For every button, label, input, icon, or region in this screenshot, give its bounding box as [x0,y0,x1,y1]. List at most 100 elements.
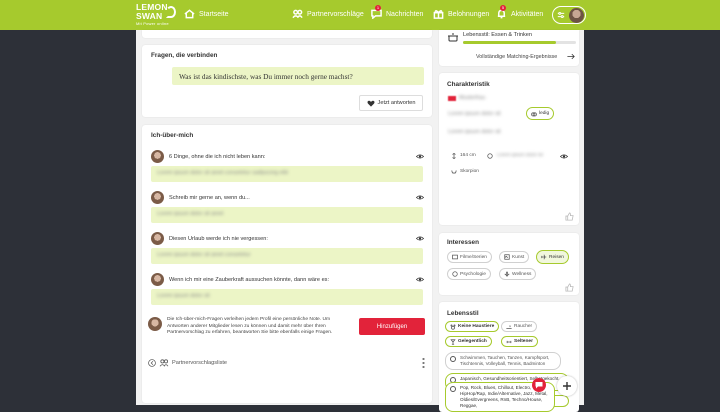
interest-wellness: Wellness [499,268,537,280]
eye-icon[interactable] [560,154,568,159]
rings-icon [531,111,537,116]
interests-title: Interessen [447,239,479,246]
nav-partnervorschlaege-label: Partnervorschläge [307,10,364,18]
add-answer-button[interactable]: Hinzufügen [359,318,425,335]
characteristics-card: Charakteristik Musterfrau Lorem ipsum do… [439,73,579,225]
thumbs-up-icon[interactable] [565,283,574,292]
gift-icon [433,10,444,19]
head-icon [452,271,458,277]
lifestyle-pill-sport: Seltener [501,336,538,347]
about-me-title: Ich-über-mich [151,132,194,139]
settings-sliders-icon [557,11,565,19]
about-answer-field-1: Lorem ipsum dolor sit amet consetetur sa… [151,166,423,182]
interest-label: Reisen [549,254,564,260]
eye-icon[interactable] [416,236,424,241]
logo-tagline: Mit Power online [136,21,169,26]
nav-belohnungen-label: Belohnungen [448,10,490,18]
interest-label: Kunst [512,254,525,260]
height-row-blurred: Lorem ipsum dolor sit [497,153,543,158]
answer-now-label: Jetzt antworten [377,100,416,106]
glass-icon [450,338,456,345]
nav-partnervorschlaege[interactable]: Partnervorschläge [292,9,364,19]
heart-icon [367,100,375,107]
about-me-card: Ich-über-mich 6 Dinge, ohne die ich nich… [142,125,432,403]
avatar [151,273,164,286]
about-answer-3: Lorem ipsum dolor sit amet consetetur [157,252,251,258]
lemonswan-logo[interactable]: LEMON SWAN Mit Power online [136,3,176,27]
paw-icon [450,324,456,330]
flag-icon [448,96,456,101]
status-label: ledig [539,111,550,116]
about-answer-2: Lorem ipsum dolor sit amet [157,211,224,217]
interests-card: Interessen Filme/Serien Kunst Reisen Psy… [439,233,579,295]
interest-kunst: Kunst [499,251,530,263]
interest-filme-serien: Filme/Serien [447,251,492,263]
add-fab[interactable] [557,376,577,396]
lifestyle-pill-smoker: Raucher [501,321,538,332]
zodiac-value: Skorpion [460,169,479,174]
card-above-partial [142,30,432,38]
thumbs-up-icon[interactable] [565,212,574,221]
eye-icon[interactable] [416,195,424,200]
nav-aktivitaeten[interactable]: Aktivitäten 5 [496,5,544,19]
matching-results-link[interactable]: Vollständige Matching-Ergebnisse [476,54,557,60]
chat-fab[interactable] [532,378,546,392]
about-prompt-1: 6 Dinge, ohne die ich nicht leben kann: [169,154,266,160]
more-options-icon[interactable] [422,357,425,368]
lifestyle-pill-drinks: Gelegentlich [445,336,492,347]
nav-belohnungen[interactable]: Belohnungen [433,9,489,19]
couple-icon [159,359,169,367]
connect-question-text: Was ist das kindischste, was Du immer no… [172,67,424,85]
about-answer-1: Lorem ipsum dolor sit amet consetetur sa… [157,170,289,176]
matching-progress-fill [463,41,556,44]
partner-list-link[interactable]: Partnervorschlagsliste [172,360,227,366]
row-blurred-2: Lorem ipsum dolor sit [448,129,501,135]
matching-progress-track [463,41,576,44]
characteristics-title: Charakteristik [447,81,490,88]
user-menu[interactable] [552,6,586,24]
avatar [151,232,164,245]
pot-icon [448,33,458,42]
status-badge: ledig [526,107,555,120]
lotus-icon [504,271,510,277]
user-avatar[interactable] [569,8,584,23]
about-prompt-4: Wenn ich mir eine Zauberkraft aussuchen … [169,277,330,283]
music-note-icon [450,386,456,392]
coach-avatar [148,317,162,331]
about-answer-field-3: Lorem ipsum dolor sit amet consetetur [151,248,423,264]
interest-psychologie: Psychologie [447,268,491,280]
lifestyle-pill-pets: Keine Haustiere [445,321,500,332]
eye-icon[interactable] [416,277,424,282]
back-arrow-icon[interactable] [148,359,156,367]
plane-icon [541,254,547,260]
chat-bubble-icon [535,382,543,389]
plus-icon [563,382,571,390]
tv-icon [452,254,458,260]
nav-startseite[interactable]: Startseite [184,9,229,19]
swan-icon [166,6,176,18]
nav-aktivitaeten-label: Aktivitäten [511,10,544,18]
lifestyle-pill-label: Keine Haustiere [458,324,495,329]
couple-icon [292,9,303,19]
zodiac-icon [451,170,457,174]
lifestyle-pill-label: Gelegentlich [458,339,487,344]
about-prompt-2: Schreib mir gerne an, wenn du... [169,195,250,201]
interest-label: Filme/Serien [460,254,487,260]
answer-now-button[interactable]: Jetzt antworten [359,95,423,111]
height-value: 164 cm [460,153,476,158]
home-icon [184,9,195,19]
height-icon [452,153,456,159]
profile-page: Fragen, die verbinden Was ist das kindis… [136,30,584,412]
eye-icon[interactable] [416,154,424,159]
ball-icon [450,356,456,362]
lifestyle-title: Lebensstil [447,310,479,317]
messages-badge: 1 [375,5,381,11]
matching-label: Lebensstil: Essen & Trinken [463,32,533,38]
about-answer-field-2: Lorem ipsum dolor sit amet [151,207,423,223]
dumbbell-icon [506,340,512,343]
connect-questions-card: Fragen, die verbinden Was ist das kindis… [142,45,432,117]
about-info-text: Die Ich-über-mich-Fragen verleihen jedem… [167,317,333,335]
arrow-right-icon[interactable] [567,53,575,60]
nav-nachrichten[interactable]: Nachrichten 1 [371,5,423,19]
lifestyle-pill-label: Seltener [514,339,533,344]
